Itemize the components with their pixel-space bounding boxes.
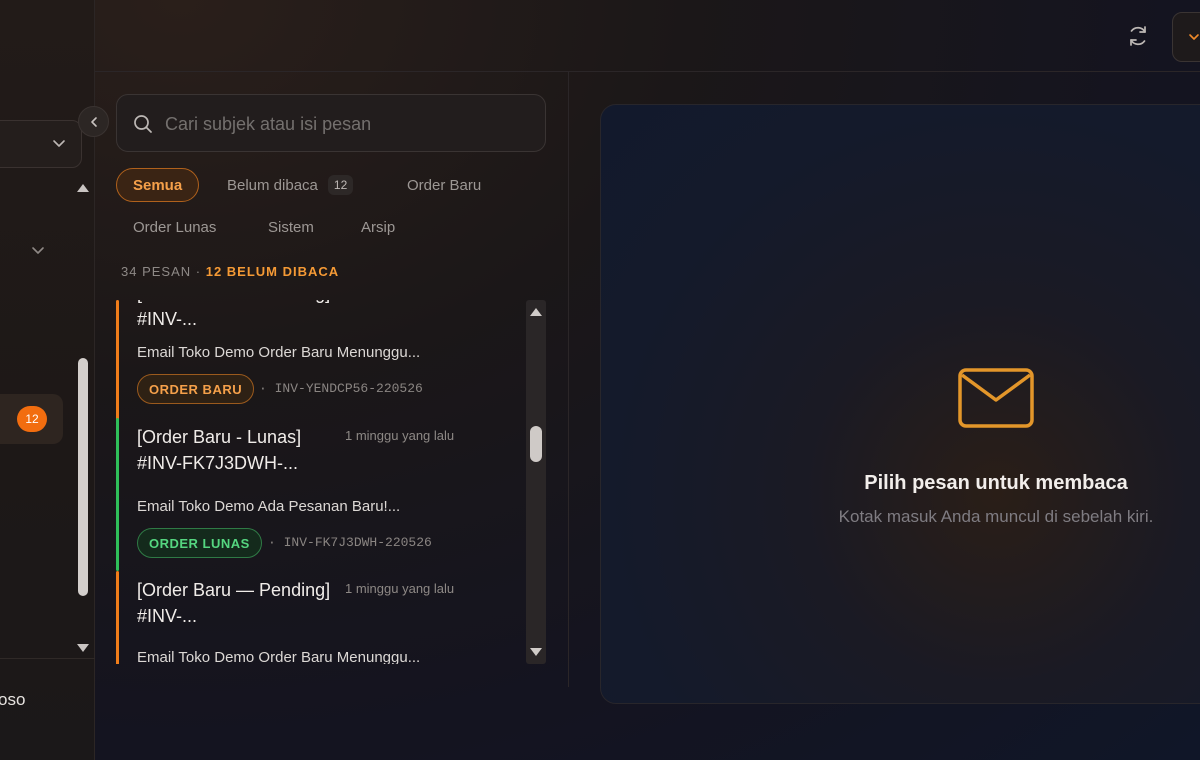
message-accent-bar (116, 300, 119, 427)
message-subject: [Order Baru — Pending] #INV-... (137, 580, 331, 626)
filter-tab-order-baru[interactable]: Order Baru (391, 168, 497, 202)
message-time: 1 minggu yang lalu (345, 428, 455, 443)
summary-separator: · (191, 264, 206, 279)
scroll-up-arrow-icon[interactable] (77, 184, 89, 192)
invoice-id: · INV-YENDCP56-220526 (259, 381, 423, 396)
invoice-number: INV-FK7J3DWH-220526 (283, 535, 432, 550)
invoice-number: INV-YENDCP56-220526 (274, 381, 423, 396)
sidebar-scrollbar[interactable] (76, 180, 90, 656)
search-icon (134, 115, 152, 133)
message-preview: Email Toko Demo Ada Pesanan Baru!... (137, 498, 401, 515)
chevron-left-icon (90, 116, 97, 127)
collapse-sidebar-button[interactable] (78, 106, 109, 137)
chevron-down-icon (1189, 34, 1199, 40)
scrollbar-thumb[interactable] (530, 426, 542, 462)
message-list-pane: Semua Belum dibaca 12 Order Baru Order Lu… (95, 72, 569, 687)
sidebar-user-name[interactable]: oso (0, 690, 25, 710)
message-item[interactable]: [Order Baru - Lunas] #INV-FK7J3DWH-... 1… (116, 418, 521, 571)
invoice-id: · INV-FK7J3DWH-220526 (268, 535, 432, 550)
empty-state-title: Pilih pesan untuk membaca (864, 472, 1128, 494)
filter-tab-label: Order Baru (407, 176, 482, 194)
message-tag: ORDER BARU (137, 374, 255, 404)
message-time: 1 minggu yang lalu (345, 581, 455, 596)
filter-tab-semua[interactable]: Semua (116, 168, 200, 202)
refresh-icon[interactable] (1126, 24, 1150, 48)
scroll-down-arrow-icon[interactable] (530, 648, 542, 656)
filter-tab-sistem[interactable]: Sistem (252, 210, 330, 244)
filter-tab-label: Sistem (268, 218, 314, 236)
scroll-down-arrow-icon[interactable] (77, 644, 89, 652)
scrollbar-thumb[interactable] (78, 358, 88, 596)
chevron-down-icon (53, 140, 65, 147)
filter-count-badge: 12 (327, 175, 354, 195)
message-list-scrollbar[interactable] (526, 300, 546, 664)
message-list: [Order Baru — Pending] #INV-... Email To… (116, 300, 546, 664)
unread-count: 12 BELUM DIBACA (205, 264, 340, 279)
account-dropdown[interactable] (1172, 12, 1200, 62)
filter-tab-belum-dibaca[interactable]: Belum dibaca 12 (211, 168, 369, 202)
filter-tab-label: Belum dibaca (227, 176, 318, 194)
filter-tab-label: Order Lunas (133, 218, 217, 236)
empty-state-subtitle: Kotak masuk Anda muncul di sebelah kiri. (838, 507, 1154, 526)
unread-count-badge: 12 (17, 406, 47, 432)
envelope-icon (958, 368, 1034, 428)
message-subject: [Order Baru - Lunas] #INV-FK7J3DWH-... (137, 427, 302, 473)
message-item[interactable]: [Order Baru — Pending] #INV-... 1 minggu… (116, 571, 521, 664)
message-preview: Email Toko Demo Order Baru Menunggu... (137, 649, 421, 664)
filter-tab-order-lunas[interactable]: Order Lunas (117, 210, 232, 244)
total-count: 34 PESAN (121, 264, 192, 279)
message-preview: Email Toko Demo Order Baru Menunggu... (137, 344, 421, 361)
filter-tab-arsip[interactable]: Arsip (345, 210, 411, 244)
message-accent-bar (116, 571, 119, 664)
message-tag: ORDER LUNAS (137, 528, 262, 558)
filter-tab-label: Semua (133, 176, 183, 194)
sidebar-divider (0, 658, 95, 659)
chevron-down-icon[interactable] (30, 242, 46, 258)
search-box[interactable] (116, 94, 546, 152)
filter-tab-label: Arsip (361, 218, 396, 236)
message-subject: [Order Baru — Pending] #INV-... (137, 300, 330, 329)
search-input[interactable] (165, 107, 525, 141)
message-summary: 34 PESAN · 12 BELUM DIBACA (121, 264, 339, 279)
top-bar (95, 0, 1200, 72)
message-reader-pane: Pilih pesan untuk membaca Kotak masuk An… (600, 104, 1200, 704)
sidebar-select[interactable] (0, 120, 82, 168)
message-accent-bar (116, 418, 119, 571)
scroll-up-arrow-icon[interactable] (530, 308, 542, 316)
message-item[interactable]: [Order Baru — Pending] #INV-... Email To… (116, 300, 521, 427)
